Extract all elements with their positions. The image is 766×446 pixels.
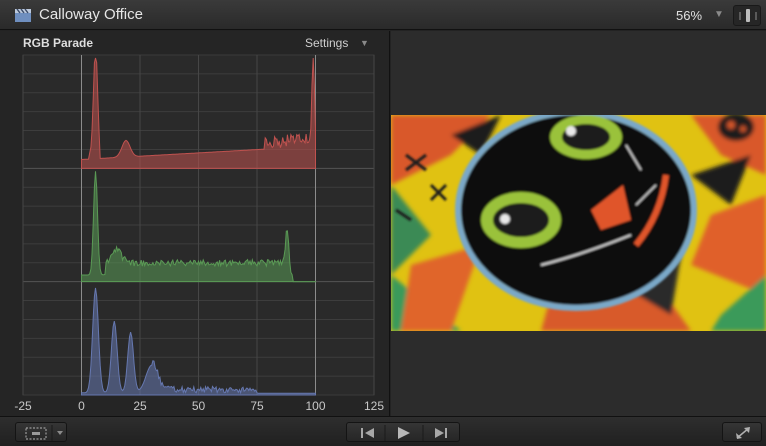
play-icon[interactable] — [398, 427, 410, 439]
window-title: Calloway Office — [39, 6, 143, 23]
transport-bar — [0, 416, 766, 446]
rgb-parade-scope: -25 0 25 50 75 100 125 — [14, 54, 384, 413]
x-tick-label: 25 — [133, 399, 147, 413]
view-switch-right-mark — [755, 12, 757, 20]
x-tick-label: 75 — [250, 399, 264, 413]
fullscreen-button[interactable] — [722, 422, 762, 442]
chevron-down-icon[interactable]: ▼ — [360, 38, 369, 48]
view-switch-icon[interactable] — [733, 5, 761, 26]
transport-controls — [346, 422, 460, 442]
title-bar: Calloway Office 56% ▼ — [0, 0, 766, 30]
clapperboard-icon — [15, 9, 31, 22]
fullscreen-icon — [736, 427, 750, 439]
zoom-level[interactable]: 56% — [676, 8, 702, 23]
scope-title: RGB Parade — [23, 36, 94, 50]
skip-back-icon[interactable] — [361, 428, 374, 438]
chevron-down-icon[interactable]: ▼ — [714, 9, 724, 20]
chevron-down-icon[interactable] — [57, 431, 63, 435]
skip-forward-icon[interactable] — [435, 428, 447, 438]
view-switch-left-mark — [739, 12, 741, 20]
settings-menu[interactable]: Settings — [305, 36, 348, 50]
viewer — [391, 31, 766, 416]
x-tick-label: 125 — [364, 399, 384, 413]
x-tick-label: 50 — [192, 399, 206, 413]
x-tick-label: 100 — [305, 399, 325, 413]
viewer-frame — [391, 115, 766, 331]
x-tick-label: 0 — [78, 399, 85, 413]
video-frame-image — [391, 115, 766, 331]
viewer-options-button[interactable] — [15, 422, 67, 442]
rgb-parade-panel: -25 0 25 50 75 100 125 RGB Parade Settings ▼ — [0, 31, 390, 416]
x-tick-label: -25 — [14, 399, 32, 413]
viewer-options-icon — [25, 425, 63, 441]
view-switch-handle[interactable] — [746, 9, 750, 22]
